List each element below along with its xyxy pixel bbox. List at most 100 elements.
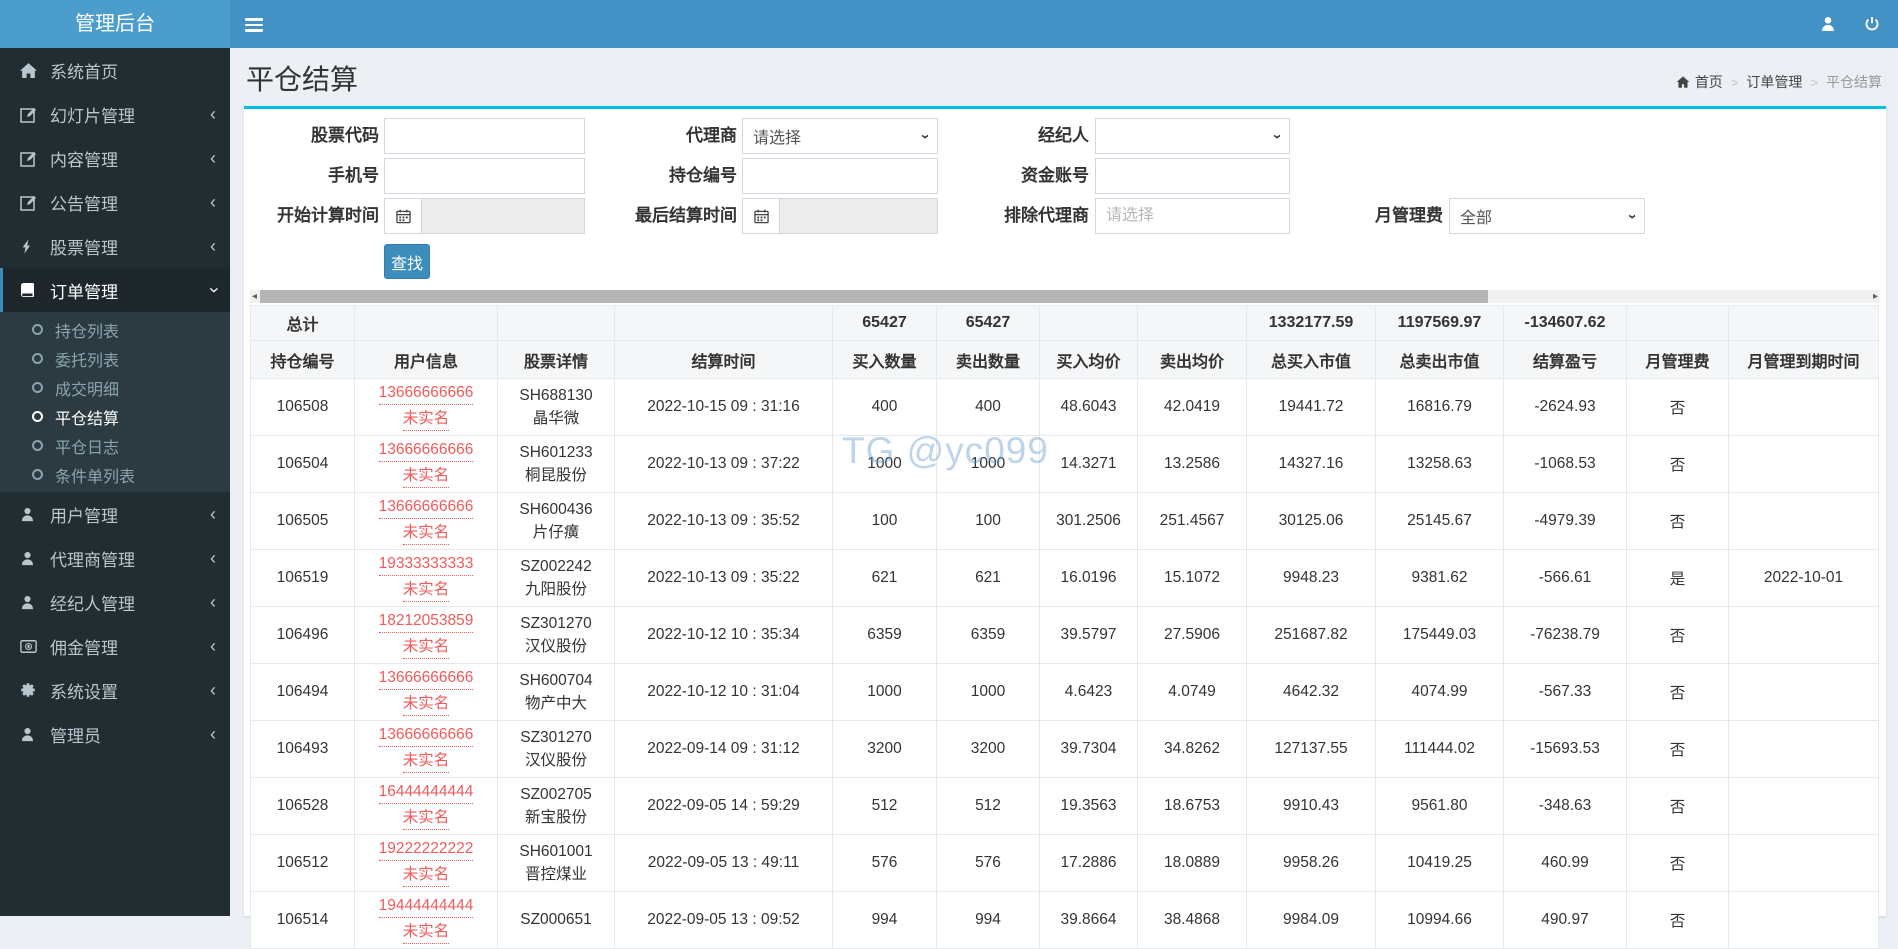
agent-select[interactable]: 请选择 ‹ — [742, 118, 938, 154]
profit: -1068.53 — [1503, 435, 1627, 493]
broker-label: 经纪人 — [1038, 126, 1089, 145]
chevron-down-icon: ‹ — [916, 133, 933, 139]
broker-select[interactable]: ‹ — [1095, 118, 1290, 154]
sidebar-item-8[interactable]: 经纪人管理 ‹ — [0, 580, 230, 624]
sell-total: 9561.80 — [1375, 777, 1504, 835]
user-realname-link[interactable]: 未实名 — [402, 808, 450, 830]
user-realname-link[interactable]: 未实名 — [402, 637, 450, 659]
book-icon — [20, 282, 50, 298]
user-phone-link[interactable]: 19222222222 — [378, 839, 474, 861]
sidebar-item-2[interactable]: 内容管理 ‹ — [0, 136, 230, 180]
scrollbar-thumb[interactable] — [260, 290, 1488, 303]
stock-code-input[interactable] — [384, 118, 585, 154]
settle-time: 2022-10-12 10 : 31:04 — [614, 663, 833, 721]
scroll-left-icon[interactable]: ◂ — [252, 290, 257, 303]
power-icon[interactable] — [1850, 0, 1894, 48]
scroll-right-icon[interactable]: ▸ — [1873, 290, 1878, 303]
page-title: 平仓结算 — [246, 64, 359, 95]
user-info-cell: 19444444444 未实名 — [354, 891, 498, 949]
user-phone-link[interactable]: 13666666666 — [378, 497, 474, 519]
sidebar-toggle-icon[interactable] — [245, 15, 265, 33]
user-info-cell: 19333333333 未实名 — [354, 549, 498, 607]
sidebar-item-1[interactable]: 幻灯片管理 ‹ — [0, 92, 230, 136]
sidebar-subitem-5[interactable]: 条件单列表 — [0, 460, 230, 489]
chevron-down-icon: ‹ — [203, 287, 223, 293]
sidebar-item-7[interactable]: 代理商管理 ‹ — [0, 536, 230, 580]
user-phone-link[interactable]: 18212053859 — [378, 611, 474, 633]
column-header: 总卖出市值 — [1375, 340, 1504, 379]
stock-code: SZ000651 — [520, 911, 592, 929]
sidebar-item-11[interactable]: 管理员 ‹ — [0, 712, 230, 756]
user-realname-link[interactable]: 未实名 — [402, 466, 450, 488]
table-row: 106508 13666666666 未实名 SH688130 晶华微 2022-10-1… — [250, 378, 1879, 436]
sidebar-item-3[interactable]: 公告管理 ‹ — [0, 180, 230, 224]
fund-account-input[interactable] — [1095, 158, 1290, 194]
table-row: 106494 13666666666 未实名 SH600704 物产中大 2022-10-… — [250, 663, 1879, 721]
sidebar-item-6[interactable]: 用户管理 ‹ — [0, 492, 230, 536]
totals-profit: -134607.62 — [1503, 305, 1627, 341]
sidebar-item-9[interactable]: 佣金管理 ‹ — [0, 624, 230, 668]
phone-input[interactable] — [384, 158, 585, 194]
position-id: 106496 — [250, 606, 355, 664]
user-phone-link[interactable]: 13666666666 — [378, 383, 474, 405]
monthly-fee-select[interactable]: 全部 ‹ — [1449, 198, 1645, 234]
breadcrumb-section-label: 订单管理 — [1746, 74, 1803, 90]
chevron-down-icon: ‹ — [1623, 213, 1640, 219]
monthly-fee: 是 — [1626, 549, 1729, 607]
buy-avg: 39.7304 — [1039, 720, 1138, 778]
user-realname-link[interactable]: 未实名 — [402, 694, 450, 716]
position-no-input[interactable] — [742, 158, 938, 194]
sidebar-subitem-2[interactable]: 成交明细 — [0, 373, 230, 402]
user-realname-link[interactable]: 未实名 — [402, 409, 450, 431]
circle-icon — [32, 440, 43, 451]
user-info-cell: 13666666666 未实名 — [354, 663, 498, 721]
agent-select-value: 请选择 — [753, 130, 802, 147]
sidebar-subitem-label: 条件单列表 — [55, 468, 136, 486]
user-phone-link[interactable]: 16444444444 — [378, 782, 474, 804]
buy-qty: 3200 — [832, 720, 937, 778]
stock-name: 晋控煤业 — [524, 866, 587, 883]
expire — [1728, 492, 1879, 550]
settle-time: 2022-10-13 09 : 35:22 — [614, 549, 833, 607]
position-id: 106494 — [250, 663, 355, 721]
breadcrumb-home-link[interactable]: 首页 — [1676, 72, 1723, 92]
sidebar-subitem-3[interactable]: 平仓结算 — [0, 402, 230, 431]
user-phone-link[interactable]: 13666666666 — [378, 668, 474, 690]
end-time-input[interactable] — [780, 198, 938, 234]
table-row: 106519 19333333333 未实名 SZ002242 九阳股份 2022-10-… — [250, 549, 1879, 607]
sidebar-subitem-1[interactable]: 委托列表 — [0, 344, 230, 373]
column-header: 持仓编号 — [250, 340, 355, 379]
gear-icon — [20, 682, 50, 698]
sidebar-subitem-label: 持仓列表 — [55, 323, 120, 341]
sidebar-item-4[interactable]: 股票管理 ‹ — [0, 224, 230, 268]
breadcrumb-section-link[interactable]: 订单管理 — [1746, 72, 1802, 92]
user-realname-link[interactable]: 未实名 — [402, 523, 450, 545]
user-phone-link[interactable]: 13666666666 — [378, 440, 474, 462]
stock-code: SH600436 — [519, 500, 593, 518]
sidebar-subitem-4[interactable]: 平仓日志 — [0, 431, 230, 460]
sidebar-item-0[interactable]: 系统首页 — [0, 48, 230, 92]
circle-icon — [32, 411, 43, 422]
horizontal-scrollbar[interactable]: ◂ ▸ — [250, 290, 1880, 303]
user-icon[interactable] — [1806, 0, 1850, 48]
expire — [1728, 720, 1879, 778]
sidebar-item-10[interactable]: 系统设置 ‹ — [0, 668, 230, 712]
user-realname-link[interactable]: 未实名 — [402, 580, 450, 602]
profit: -2624.93 — [1503, 378, 1627, 436]
user-realname-link[interactable]: 未实名 — [402, 865, 450, 887]
user-realname-link[interactable]: 未实名 — [402, 751, 450, 773]
search-button[interactable]: 查找 — [384, 244, 430, 279]
exclude-agent-input[interactable] — [1095, 198, 1290, 234]
stock-name: 片仔癀 — [532, 524, 580, 541]
user-phone-link[interactable]: 13666666666 — [378, 725, 474, 747]
calendar-icon[interactable] — [384, 198, 422, 234]
user-phone-link[interactable]: 19444444444 — [378, 896, 474, 918]
sell-avg: 34.8262 — [1137, 720, 1247, 778]
buy-total: 4642.32 — [1246, 663, 1376, 721]
sidebar-item-5[interactable]: 订单管理 ‹ — [0, 268, 230, 312]
start-time-input[interactable] — [422, 198, 585, 234]
calendar-icon[interactable] — [742, 198, 780, 234]
user-realname-link[interactable]: 未实名 — [402, 922, 450, 944]
sidebar-subitem-0[interactable]: 持仓列表 — [0, 315, 230, 344]
user-phone-link[interactable]: 19333333333 — [378, 554, 474, 576]
